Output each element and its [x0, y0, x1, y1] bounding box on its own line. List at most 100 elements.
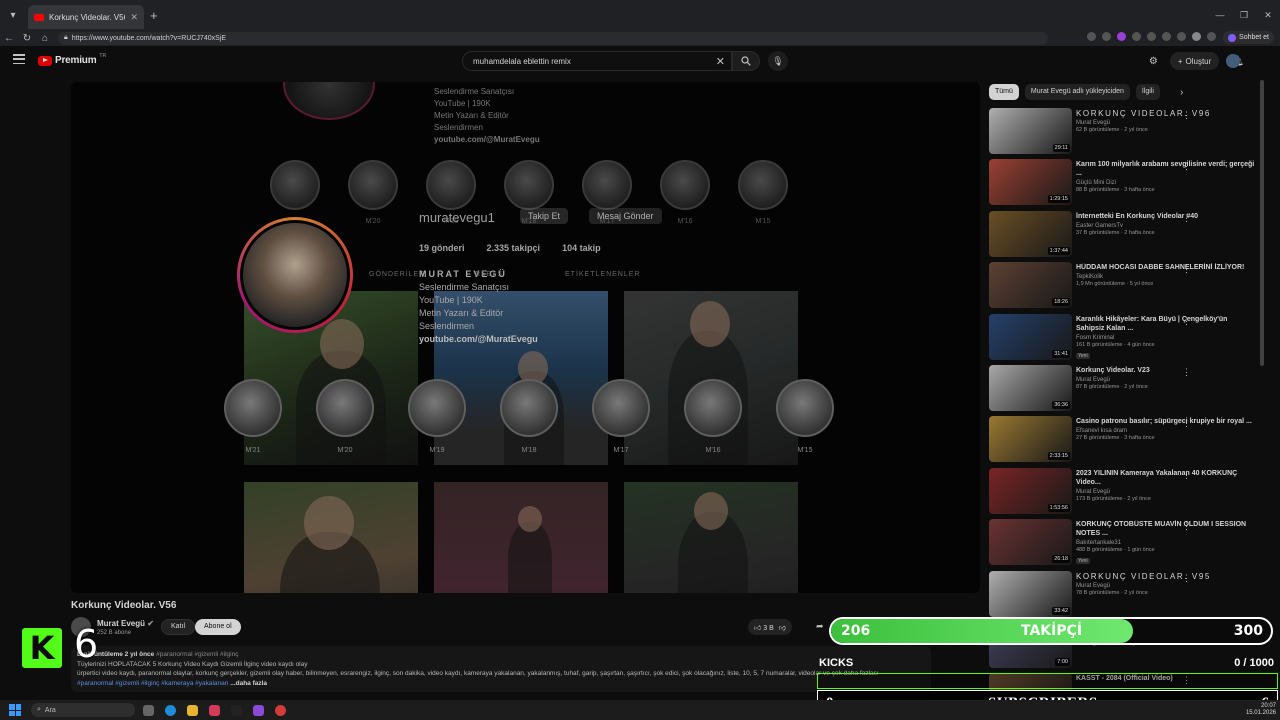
- app-icon[interactable]: [231, 704, 242, 716]
- menu-icon[interactable]: [13, 54, 25, 64]
- video-channel[interactable]: Bakıtertankale31: [1076, 540, 1255, 546]
- tab-close-icon[interactable]: ✕: [130, 12, 138, 23]
- voice-search-mic-icon[interactable]: 🎙︎: [768, 51, 788, 71]
- video-thumbnail[interactable]: 29:11: [989, 108, 1072, 154]
- more-options-icon[interactable]: ⋮: [1182, 110, 1191, 121]
- collections-icon[interactable]: [1177, 32, 1186, 41]
- video-channel[interactable]: Murat Evegü: [1076, 377, 1255, 383]
- file-explorer-icon[interactable]: [187, 704, 198, 716]
- recommended-video-item[interactable]: 36:36 Korkunç Videolar. V23 Murat Evegü 87 …: [989, 364, 1255, 416]
- maximize-icon[interactable]: ❐: [1232, 0, 1256, 30]
- taskbar-search[interactable]: ⌕ Ara: [31, 703, 135, 717]
- back-icon[interactable]: ←: [0, 33, 18, 44]
- hashtags[interactable]: #paranormal #gizemli #ilginç #kameraya #…: [77, 680, 228, 687]
- page-scrollbar[interactable]: [1260, 80, 1264, 366]
- favorites-icon[interactable]: [1162, 32, 1171, 41]
- video-thumbnail[interactable]: 31:41: [989, 313, 1072, 360]
- windows-start-icon[interactable]: [9, 704, 21, 716]
- like-button[interactable]: 👍︎ 3 B: [754, 623, 774, 632]
- video-thumbnail[interactable]: 33:42: [989, 570, 1072, 617]
- recommended-video-item[interactable]: 33:42 KORKUNÇ VIDEOLAR. V95 Murat Evegü 78 …: [989, 570, 1255, 622]
- video-title[interactable]: İnternetteki En Korkunç Videolar #40: [1076, 212, 1255, 221]
- more-options-icon[interactable]: ⋮: [1182, 470, 1191, 481]
- hashtags[interactable]: #paranormal #gizemli #ilginç: [156, 651, 238, 658]
- recommended-video-item[interactable]: 1:53:56 2023 YILININ Kameraya Yakalanan 4…: [989, 467, 1255, 519]
- video-title[interactable]: Korkunç Videolar. V23: [1076, 366, 1255, 375]
- app-icon[interactable]: [209, 704, 220, 716]
- search-button[interactable]: [732, 51, 760, 71]
- video-thumbnail[interactable]: 36:36: [989, 364, 1072, 411]
- video-channel[interactable]: Easter GamersTv: [1076, 223, 1255, 229]
- minimize-icon[interactable]: —: [1208, 0, 1232, 30]
- share-icon[interactable]: ➦: [816, 621, 824, 632]
- video-title[interactable]: Casino patronu basılır; süpürgeci krupiy…: [1076, 417, 1255, 426]
- create-button[interactable]: + Oluştur: [1169, 52, 1220, 70]
- extension-icon[interactable]: [1132, 32, 1141, 41]
- cast-icon[interactable]: ⚙︎: [1149, 56, 1158, 67]
- video-channel[interactable]: TepkiKolik: [1076, 274, 1255, 280]
- profile-icon[interactable]: [1192, 32, 1201, 41]
- more-options-icon[interactable]: ⋮: [1182, 264, 1191, 275]
- chip-all[interactable]: Tümü: [989, 84, 1019, 100]
- app-icon[interactable]: [275, 704, 286, 716]
- edge-icon[interactable]: [165, 704, 176, 716]
- video-thumbnail[interactable]: 1:37:44: [989, 210, 1072, 257]
- chevron-right-icon[interactable]: ›: [1180, 87, 1183, 98]
- video-thumbnail[interactable]: 26:18: [989, 519, 1072, 566]
- video-channel[interactable]: Murat Evegü: [1076, 583, 1255, 589]
- task-view-icon[interactable]: [143, 704, 154, 716]
- video-description[interactable]: B görüntüleme 2 yıl önce #paranormal #gi…: [71, 646, 931, 692]
- reload-icon[interactable]: ↻: [18, 33, 36, 44]
- join-button[interactable]: Katıl: [161, 619, 196, 635]
- extension-icon[interactable]: [1147, 32, 1156, 41]
- new-tab-icon[interactable]: +: [150, 8, 158, 23]
- recommended-video-item[interactable]: 1:37:44 İnternetteki En Korkunç Videolar …: [989, 210, 1255, 262]
- channel-name[interactable]: Murat Evegü ✔︎: [97, 619, 154, 628]
- copilot-chat-button[interactable]: Sohbet et: [1223, 31, 1274, 44]
- video-title[interactable]: HÜDDAM HOCASI DABBE SAHNELERİNİ İZLİYOR!: [1076, 263, 1255, 272]
- video-channel[interactable]: Güçlü Mini Dizi: [1076, 180, 1255, 186]
- video-channel[interactable]: Efsanevi kısa dram: [1076, 428, 1255, 434]
- system-clock[interactable]: 20:07 15.01.2026: [1246, 703, 1276, 717]
- extension-icon[interactable]: [1117, 32, 1126, 41]
- video-title[interactable]: Karım 100 milyarlık arabamı sevgilisine …: [1076, 160, 1255, 178]
- more-options-icon[interactable]: ⋮: [1182, 418, 1191, 429]
- video-title[interactable]: KORKUNÇ VIDEOLAR. V95: [1076, 572, 1255, 581]
- youtube-premium-logo[interactable]: Premium TR: [38, 53, 106, 66]
- video-channel[interactable]: Murat Evegü: [1076, 120, 1255, 126]
- show-more-link[interactable]: ...daha fazla: [230, 680, 267, 687]
- browser-tab-active[interactable]: Korkunç Videolar. V56 - YouTube ✕: [28, 5, 144, 29]
- more-options-icon[interactable]: ⋮: [1182, 316, 1191, 327]
- close-window-icon[interactable]: ✕: [1256, 0, 1280, 30]
- chip-related[interactable]: İlgili: [1135, 84, 1160, 100]
- home-icon[interactable]: ⌂: [36, 33, 54, 44]
- clear-search-icon[interactable]: ✕: [716, 55, 725, 68]
- recommended-video-item[interactable]: 29:11 KORKUNÇ VIDEOLAR. V96 Murat Evegü 62 …: [989, 108, 1255, 159]
- recommended-video-item[interactable]: 18:26 HÜDDAM HOCASI DABBE SAHNELERİNİ İZL…: [989, 262, 1255, 313]
- extension-icon[interactable]: [1102, 32, 1111, 41]
- more-options-icon[interactable]: ⋮: [1182, 573, 1191, 584]
- more-options-icon[interactable]: ⋮: [1182, 213, 1191, 224]
- video-thumbnail[interactable]: 1:29:15: [989, 159, 1072, 206]
- recommended-video-item[interactable]: 2:33:15 Casino patronu basılır; süpürgeci…: [989, 416, 1255, 467]
- video-player[interactable]: Seslendirme Sanatçısı YouTube | 190K Met…: [71, 82, 980, 593]
- video-title[interactable]: KORKUNÇ OTOBÜSTE MUAVİN OLDUM I SESSION …: [1076, 520, 1255, 538]
- video-title[interactable]: Karanlık Hikâyeler: Kara Büyü | Çengelkö…: [1076, 315, 1255, 333]
- extension-icon[interactable]: [1087, 32, 1096, 41]
- app-icon[interactable]: [253, 704, 264, 716]
- recommended-video-item[interactable]: 26:18 KORKUNÇ OTOBÜSTE MUAVİN OLDUM I SES…: [989, 519, 1255, 570]
- account-avatar[interactable]: [1226, 54, 1240, 68]
- search-input[interactable]: muhamdelala eblettin remix ✕: [462, 51, 732, 71]
- chip-from-uploader[interactable]: Murat Evegü adlı yükleyiciden: [1024, 84, 1130, 100]
- video-channel[interactable]: Murat Evegü: [1076, 489, 1255, 495]
- video-thumbnail[interactable]: 18:26: [989, 262, 1072, 309]
- video-channel[interactable]: Fosm Kriminal: [1076, 335, 1255, 341]
- video-title[interactable]: 2023 YILININ Kameraya Yakalanan 40 KORKU…: [1076, 469, 1255, 487]
- video-title[interactable]: KORKUNÇ VIDEOLAR. V96: [1076, 109, 1255, 118]
- subscribe-button[interactable]: Abone ol: [195, 619, 241, 635]
- recommended-video-item[interactable]: 31:41 Karanlık Hikâyeler: Kara Büyü | Çen…: [989, 313, 1255, 365]
- address-bar[interactable]: 🔒︎ https://www.youtube.com/watch?v=RUCJ7…: [58, 31, 1048, 45]
- video-thumbnail[interactable]: 1:53:56: [989, 467, 1072, 514]
- video-thumbnail[interactable]: 2:33:15: [989, 416, 1072, 463]
- tab-search-icon[interactable]: ▾: [2, 4, 24, 26]
